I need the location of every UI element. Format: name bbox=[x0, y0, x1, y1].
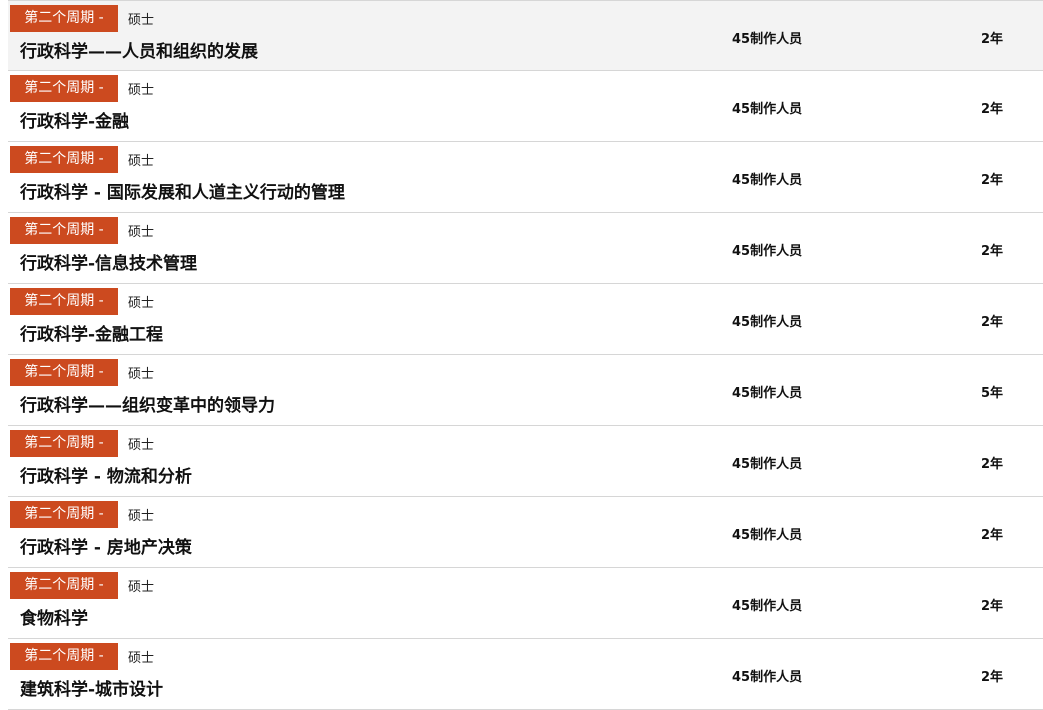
program-name-link[interactable]: 行政科学 - 房地产决策 bbox=[20, 533, 192, 558]
program-duration: 2年 bbox=[981, 457, 1004, 472]
program-duration: 2年 bbox=[981, 599, 1004, 614]
degree-label: 硕士 bbox=[128, 154, 155, 169]
degree-label: 硕士 bbox=[128, 580, 155, 595]
cycle-badge: 第二个周期 - bbox=[10, 146, 118, 173]
program-name-link[interactable]: 行政科学——组织变革中的领导力 bbox=[20, 391, 275, 416]
program-name-link[interactable]: 行政科学-信息技术管理 bbox=[20, 249, 197, 274]
cycle-badge: 第二个周期 - bbox=[10, 75, 118, 102]
program-format: 45制作人员 bbox=[732, 173, 803, 188]
program-duration: 5年 bbox=[981, 386, 1004, 401]
program-format: 45制作人员 bbox=[732, 457, 803, 472]
cycle-badge: 第二个周期 - bbox=[10, 359, 118, 386]
program-list: 第二个周期 - 硕士 行政科学——人员和组织的发展 45制作人员 2年 第二个周… bbox=[8, 0, 1043, 710]
degree-label: 硕士 bbox=[128, 438, 155, 453]
program-name-link[interactable]: 行政科学 - 物流和分析 bbox=[20, 462, 192, 487]
program-format: 45制作人员 bbox=[732, 315, 803, 330]
program-row[interactable]: 第二个周期 - 硕士 行政科学 - 物流和分析 45制作人员 2年 bbox=[8, 426, 1043, 497]
program-duration: 2年 bbox=[981, 670, 1004, 685]
cycle-badge: 第二个周期 - bbox=[10, 501, 118, 528]
program-format: 45制作人员 bbox=[732, 599, 803, 614]
program-row[interactable]: 第二个周期 - 硕士 行政科学-金融工程 45制作人员 2年 bbox=[8, 284, 1043, 355]
program-name-link[interactable]: 行政科学 - 国际发展和人道主义行动的管理 bbox=[20, 178, 345, 203]
program-format: 45制作人员 bbox=[732, 244, 803, 259]
program-name-link[interactable]: 行政科学——人员和组织的发展 bbox=[20, 37, 258, 62]
program-row[interactable]: 第二个周期 - 硕士 食物科学 45制作人员 2年 bbox=[8, 568, 1043, 639]
program-duration: 2年 bbox=[981, 315, 1004, 330]
program-row[interactable]: 第二个周期 - 硕士 行政科学-信息技术管理 45制作人员 2年 bbox=[8, 213, 1043, 284]
program-row[interactable]: 第二个周期 - 硕士 行政科学——组织变革中的领导力 45制作人员 5年 bbox=[8, 355, 1043, 426]
program-name-link[interactable]: 建筑科学-城市设计 bbox=[20, 675, 163, 700]
cycle-badge: 第二个周期 - bbox=[10, 5, 118, 32]
program-name-link[interactable]: 行政科学-金融 bbox=[20, 107, 129, 132]
program-row[interactable]: 第二个周期 - 硕士 建筑科学-城市设计 45制作人员 2年 bbox=[8, 639, 1043, 710]
degree-label: 硕士 bbox=[128, 509, 155, 524]
program-duration: 2年 bbox=[981, 32, 1004, 47]
cycle-badge: 第二个周期 - bbox=[10, 572, 118, 599]
degree-label: 硕士 bbox=[128, 83, 155, 98]
cycle-badge: 第二个周期 - bbox=[10, 430, 118, 457]
program-row[interactable]: 第二个周期 - 硕士 行政科学——人员和组织的发展 45制作人员 2年 bbox=[8, 0, 1043, 71]
program-format: 45制作人员 bbox=[732, 528, 803, 543]
degree-label: 硕士 bbox=[128, 296, 155, 311]
cycle-badge: 第二个周期 - bbox=[10, 643, 118, 670]
program-name-link[interactable]: 食物科学 bbox=[20, 604, 88, 629]
program-duration: 2年 bbox=[981, 173, 1004, 188]
program-format: 45制作人员 bbox=[732, 102, 803, 117]
program-format: 45制作人员 bbox=[732, 32, 803, 47]
degree-label: 硕士 bbox=[128, 225, 155, 240]
program-duration: 2年 bbox=[981, 244, 1004, 259]
program-row[interactable]: 第二个周期 - 硕士 行政科学 - 国际发展和人道主义行动的管理 45制作人员 … bbox=[8, 142, 1043, 213]
program-duration: 2年 bbox=[981, 102, 1004, 117]
program-format: 45制作人员 bbox=[732, 386, 803, 401]
program-format: 45制作人员 bbox=[732, 670, 803, 685]
program-duration: 2年 bbox=[981, 528, 1004, 543]
cycle-badge: 第二个周期 - bbox=[10, 288, 118, 315]
program-row[interactable]: 第二个周期 - 硕士 行政科学-金融 45制作人员 2年 bbox=[8, 71, 1043, 142]
degree-label: 硕士 bbox=[128, 13, 155, 28]
degree-label: 硕士 bbox=[128, 651, 155, 666]
program-name-link[interactable]: 行政科学-金融工程 bbox=[20, 320, 163, 345]
degree-label: 硕士 bbox=[128, 367, 155, 382]
cycle-badge: 第二个周期 - bbox=[10, 217, 118, 244]
program-row[interactable]: 第二个周期 - 硕士 行政科学 - 房地产决策 45制作人员 2年 bbox=[8, 497, 1043, 568]
